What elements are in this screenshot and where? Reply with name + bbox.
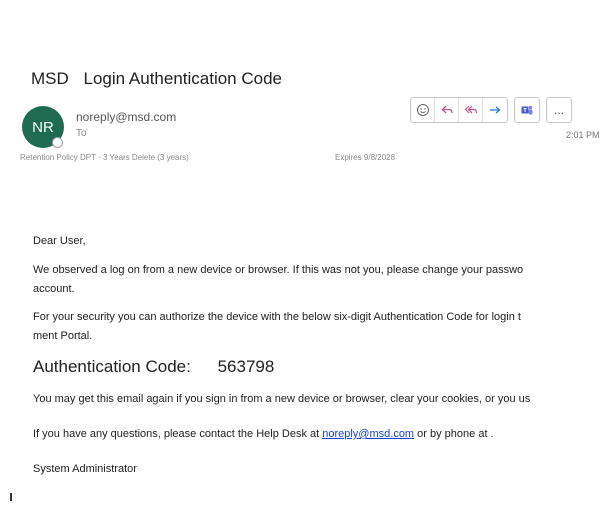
message-time: 2:01 PM bbox=[566, 130, 600, 140]
body-line-1-cont: account. bbox=[33, 283, 75, 295]
signature: System Administrator bbox=[33, 463, 137, 475]
subject-sender-tag: MSD bbox=[31, 69, 69, 88]
body-line-2-cont: ment Portal. bbox=[33, 330, 93, 342]
body-line-1: We observed a log on from a new device o… bbox=[33, 264, 524, 276]
more-group: ... bbox=[546, 97, 572, 123]
message-toolbar: ... bbox=[410, 97, 578, 123]
text-cursor bbox=[10, 493, 12, 501]
emoji-icon bbox=[416, 104, 429, 116]
forward-button[interactable] bbox=[483, 98, 507, 122]
help-desk-text: If you have any questions, please contac… bbox=[33, 428, 323, 440]
expiry-date: Expires 9/8/2028 bbox=[335, 153, 396, 162]
body-line-3: You may get this email again if you sign… bbox=[33, 393, 531, 405]
subject-text: Login Authentication Code bbox=[83, 69, 283, 88]
retention-policy[interactable]: Retention Policy DPT - 3 Years Delete (3… bbox=[20, 153, 189, 162]
auth-code-value: 563798 bbox=[217, 357, 275, 376]
emoji-button[interactable] bbox=[411, 98, 435, 122]
sender-address[interactable]: noreply@msd.com bbox=[76, 110, 176, 124]
reply-all-button[interactable] bbox=[459, 98, 483, 122]
more-options-button[interactable]: ... bbox=[547, 98, 571, 122]
reply-button[interactable] bbox=[435, 98, 459, 122]
teams-group bbox=[514, 97, 540, 123]
reply-icon bbox=[441, 105, 453, 114]
action-group bbox=[410, 97, 508, 123]
help-desk-email-link[interactable]: noreply@msd.com bbox=[322, 428, 414, 440]
recipient-label: To bbox=[76, 128, 87, 139]
forward-icon bbox=[490, 106, 501, 114]
body-line-2: For your security you can authorize the … bbox=[33, 311, 521, 323]
presence-status-icon bbox=[52, 137, 63, 148]
email-subject: MSD Login Authentication Code bbox=[31, 69, 282, 89]
teams-icon bbox=[521, 105, 533, 115]
greeting: Dear User, bbox=[33, 235, 86, 247]
help-desk-line: If you have any questions, please contac… bbox=[33, 428, 494, 440]
authentication-code-row: Authentication Code: 563798 bbox=[33, 357, 274, 377]
reply-all-icon bbox=[464, 105, 477, 114]
avatar-initials: NR bbox=[32, 118, 54, 136]
more-icon: ... bbox=[553, 103, 564, 117]
teams-button[interactable] bbox=[515, 98, 539, 122]
auth-code-label: Authentication Code: bbox=[33, 357, 191, 376]
help-desk-text-end: or by phone at . bbox=[414, 428, 494, 440]
